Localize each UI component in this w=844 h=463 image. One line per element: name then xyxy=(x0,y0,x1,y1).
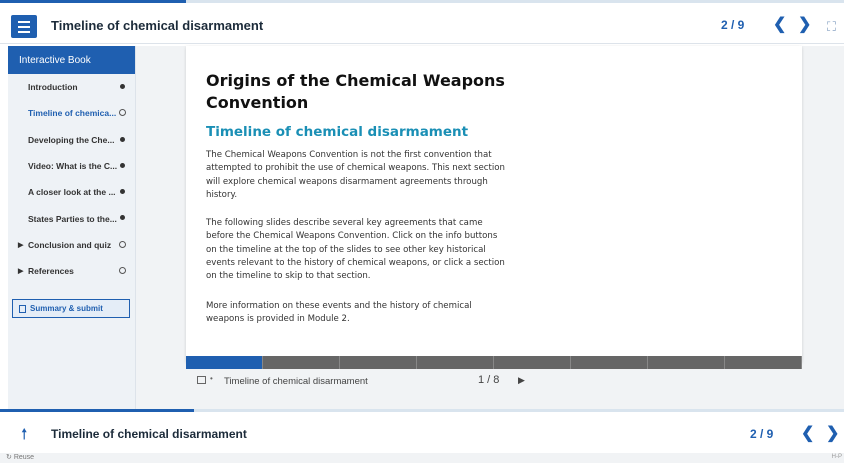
bottom-navigation: 🠕 Timeline of chemical disarmament 2 / 9… xyxy=(0,409,844,453)
reuse-label: Reuse xyxy=(13,454,35,461)
slide: Origins of the Chemical Weapons Conventi… xyxy=(186,46,802,362)
sidebar-item[interactable]: Developing the Che... xyxy=(8,127,135,153)
sidebar-item[interactable]: ▶ Conclusion and quiz xyxy=(8,232,135,258)
status-ring-icon xyxy=(119,109,126,117)
timeline-segment[interactable] xyxy=(571,356,648,369)
sidebar: Interactive Book Introduction Timeline of… xyxy=(8,46,136,409)
chevron-right-icon[interactable]: ❯ xyxy=(798,17,811,33)
menu-toggle-button[interactable] xyxy=(11,15,37,38)
timeline-segment[interactable] xyxy=(263,356,340,369)
timeline-segment[interactable] xyxy=(186,356,263,369)
timeline-segment[interactable] xyxy=(648,356,725,369)
status-ring-icon xyxy=(119,240,126,248)
slide-heading: Origins of the Chemical Weapons Conventi… xyxy=(206,71,505,112)
slide-subheading: Timeline of chemical disarmament xyxy=(206,124,469,140)
sidebar-item[interactable]: A closer look at the ... xyxy=(8,179,135,205)
book-progress-bar xyxy=(0,0,844,3)
slide-paragraph: The following slides describe several ke… xyxy=(206,218,505,282)
status-dot-icon xyxy=(120,162,125,168)
bottom-progress-bar xyxy=(0,409,844,412)
sidebar-item-label: Video: What is the C... xyxy=(28,161,118,172)
sidebar-item-label: Developing the Che... xyxy=(28,134,115,145)
sidebar-item-label: References xyxy=(28,266,74,277)
sidebar-item-label: States Parties to the... xyxy=(28,213,117,224)
sidebar-item[interactable]: Video: What is the C... xyxy=(8,153,135,179)
bottom-progress-fill xyxy=(0,409,195,412)
timeline-segment-bar xyxy=(186,356,802,369)
document-icon xyxy=(19,304,26,313)
timeline-segment[interactable] xyxy=(725,356,802,369)
status-ring-icon xyxy=(119,267,126,275)
bottom-page-indicator: 2 / 9 xyxy=(750,427,774,441)
summary-submit-button[interactable]: Summary & submit xyxy=(12,299,130,318)
separator-dot: • xyxy=(210,374,213,383)
caret-right-icon[interactable]: ▶ xyxy=(18,241,23,249)
status-dot-icon xyxy=(120,189,125,195)
status-dot-icon xyxy=(120,84,125,89)
status-dot-icon xyxy=(120,215,125,221)
play-right-icon[interactable]: ▶ xyxy=(518,375,525,386)
caret-right-icon[interactable]: ▶ xyxy=(18,267,23,275)
sidebar-item-label: Conclusion and quiz xyxy=(28,239,112,250)
timeline-segment[interactable] xyxy=(417,356,494,369)
page-indicator: 2 / 9 xyxy=(721,18,745,32)
sidebar-title: Interactive Book xyxy=(8,46,135,74)
brand-logo: H-P xyxy=(831,454,842,460)
arrow-up-icon[interactable]: 🠕 xyxy=(21,424,27,449)
slide-footer-title: Timeline of chemical disarmament xyxy=(224,376,368,387)
bottom-chapter-title: Timeline of chemical disarmament xyxy=(51,427,247,441)
status-dot-icon xyxy=(120,136,125,142)
reuse-icon: ↻ xyxy=(6,454,12,461)
sidebar-item[interactable]: Timeline of chemica... xyxy=(8,100,135,126)
book-progress-fill xyxy=(0,0,186,3)
top-header: Timeline of chemical disarmament 2 / 9 ❮… xyxy=(0,0,844,44)
sidebar-item-label: A closer look at the ... xyxy=(28,187,116,198)
timeline-segment[interactable] xyxy=(340,356,417,369)
page-footer: ↻ Reuse H-P xyxy=(0,453,844,463)
sidebar-item-label: Introduction xyxy=(28,82,78,93)
sidebar-item[interactable]: ▶ References xyxy=(8,258,135,284)
chevron-left-icon[interactable]: ❮ xyxy=(801,426,814,442)
timeline-segment[interactable] xyxy=(494,356,571,369)
sidebar-item-label: Timeline of chemica... xyxy=(28,108,117,119)
slide-paragraph: The Chemical Weapons Convention is not t… xyxy=(206,150,505,200)
slide-counter: 1 / 8 xyxy=(478,374,500,386)
slide-paragraph: More information on these events and the… xyxy=(206,301,472,325)
summary-label: Summary & submit xyxy=(30,304,103,313)
chapter-title: Timeline of chemical disarmament xyxy=(51,18,264,33)
fullscreen-icon[interactable]: ⛶ xyxy=(827,19,836,35)
slide-footer: • Timeline of chemical disarmament 1 / 8… xyxy=(186,371,802,393)
chevron-right-icon[interactable]: ❯ xyxy=(826,426,839,442)
slides-icon[interactable] xyxy=(197,376,206,384)
sidebar-item[interactable]: States Parties to the... xyxy=(8,205,135,231)
reuse-button[interactable]: ↻ Reuse xyxy=(6,453,34,461)
sidebar-item[interactable]: Introduction xyxy=(8,74,135,100)
chevron-left-icon[interactable]: ❮ xyxy=(773,17,786,33)
